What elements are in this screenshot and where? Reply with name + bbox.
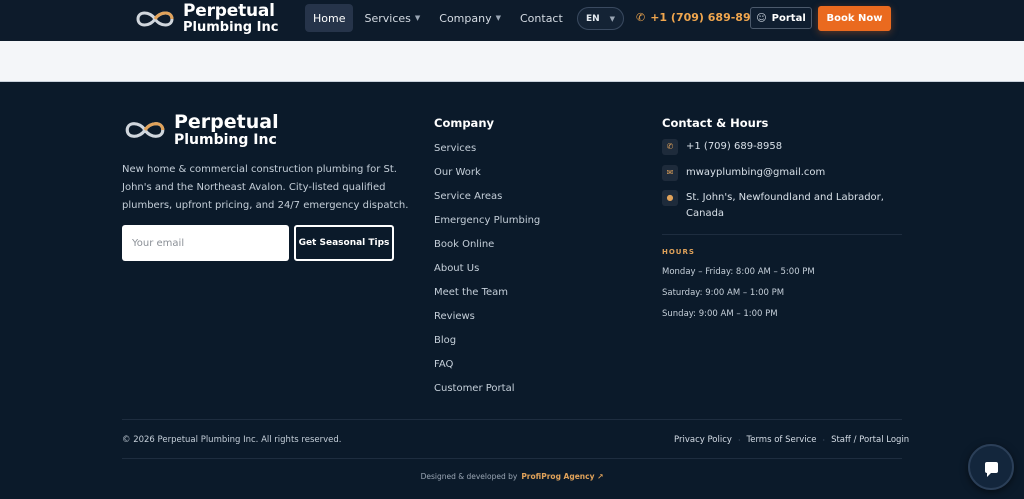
privacy-policy-link[interactable]: Privacy Policy bbox=[674, 435, 732, 445]
credit-text: Designed & developed by bbox=[420, 472, 518, 481]
site-footer: Perpetual Plumbing Inc New home & commer… bbox=[0, 82, 1024, 499]
legal-links: Privacy Policy · Terms of Service · Staf… bbox=[674, 435, 909, 445]
chevron-down-icon: ▼ bbox=[495, 14, 501, 22]
nav-home-label: Home bbox=[313, 11, 346, 25]
footer-logo-line1: Perpetual bbox=[174, 111, 279, 133]
hours-sunday: Sunday: 9:00 AM – 1:00 PM bbox=[662, 309, 778, 319]
newsletter-email-input[interactable] bbox=[122, 225, 289, 261]
contact-address: ● St. John's, Newfoundland and Labrador,… bbox=[662, 190, 884, 222]
contact-phone-text: +1 (709) 689-8958 bbox=[686, 141, 783, 152]
terms-of-service-link[interactable]: Terms of Service bbox=[746, 435, 816, 445]
footer-link-customer-portal[interactable]: Customer Portal bbox=[434, 382, 540, 406]
footer-link-reviews[interactable]: Reviews bbox=[434, 310, 540, 334]
portal-button[interactable]: ☺ Portal bbox=[750, 7, 812, 29]
contact-divider bbox=[662, 234, 902, 235]
nav-home[interactable]: Home bbox=[305, 4, 354, 32]
contact-email[interactable]: ✉ mwayplumbing@gmail.com bbox=[662, 165, 825, 181]
chat-icon bbox=[984, 461, 998, 477]
contact-email-text: mwayplumbing@gmail.com bbox=[686, 167, 826, 178]
footer-link-services[interactable]: Services bbox=[434, 142, 540, 166]
footer-link-blog[interactable]: Blog bbox=[434, 334, 540, 358]
book-now-button[interactable]: Book Now bbox=[818, 6, 891, 31]
seasonal-tips-label: Get Seasonal Tips bbox=[298, 238, 390, 248]
chevron-down-icon: ▼ bbox=[414, 14, 421, 22]
credit-line: Designed & developed by ProfiProg Agency … bbox=[0, 472, 1024, 481]
footer-link-emergency-plumbing[interactable]: Emergency Plumbing bbox=[434, 214, 540, 238]
language-value: EN bbox=[586, 13, 600, 24]
hours-heading: HOURS bbox=[662, 248, 695, 256]
site-header: Perpetual Plumbing Inc Home Services ▼ Co… bbox=[0, 0, 1024, 41]
footer-logo[interactable]: Perpetual Plumbing Inc bbox=[122, 113, 279, 147]
nav-services[interactable]: Services ▼ bbox=[356, 4, 428, 32]
chevron-down-icon: ▼ bbox=[609, 14, 615, 23]
nav-company[interactable]: Company ▼ bbox=[431, 4, 509, 32]
phone-icon: ✆ bbox=[662, 139, 678, 155]
separator-dot: · bbox=[822, 435, 826, 445]
footer-logo-line2: Plumbing Inc bbox=[174, 132, 277, 148]
footer-link-meet-the-team[interactable]: Meet the Team bbox=[434, 286, 540, 310]
logo-name-line2: Plumbing Inc bbox=[183, 20, 279, 35]
nav-contact-label: Contact bbox=[520, 11, 563, 25]
agency-link[interactable]: ProfiProg Agency ↗ bbox=[521, 472, 603, 481]
portal-label: Portal bbox=[771, 12, 806, 24]
nav-contact[interactable]: Contact bbox=[512, 4, 571, 32]
book-now-label: Book Now bbox=[826, 13, 883, 24]
nav-services-label: Services bbox=[364, 11, 411, 25]
separator-dot: · bbox=[737, 435, 741, 445]
main-nav: Home Services ▼ Company ▼ Contact bbox=[305, 4, 574, 32]
company-links: Services Our Work Service Areas Emergenc… bbox=[434, 142, 540, 406]
staff-portal-login-link[interactable]: Staff / Portal Login bbox=[831, 435, 909, 445]
credit-divider bbox=[122, 458, 902, 459]
footer-link-book-online[interactable]: Book Online bbox=[434, 238, 540, 262]
nav-company-label: Company bbox=[439, 11, 492, 25]
infinity-logo-icon bbox=[125, 122, 165, 138]
footer-link-service-areas[interactable]: Service Areas bbox=[434, 190, 540, 214]
contact-phone[interactable]: ✆ +1 (709) 689-8958 bbox=[662, 139, 782, 155]
language-selector[interactable]: EN ▼ bbox=[577, 7, 624, 30]
logo-name-line1: Perpetual bbox=[183, 1, 275, 21]
footer-divider bbox=[122, 419, 902, 420]
page-content-band bbox=[0, 41, 1024, 82]
hours-weekdays: Monday – Friday: 8:00 AM – 5:00 PM bbox=[662, 267, 815, 277]
company-heading: Company bbox=[434, 116, 494, 130]
footer-link-about-us[interactable]: About Us bbox=[434, 262, 540, 286]
email-icon: ✉ bbox=[662, 165, 678, 181]
footer-link-our-work[interactable]: Our Work bbox=[434, 166, 540, 190]
phone-icon: ✆ bbox=[636, 11, 646, 24]
company-description: New home & commercial construction plumb… bbox=[122, 164, 409, 211]
contact-address-line1: St. John's, Newfoundland and Labrador, bbox=[686, 192, 884, 203]
header-phone-number: +1 (709) 689-8958 bbox=[650, 11, 766, 24]
user-icon: ☺ bbox=[756, 12, 767, 24]
footer-link-faq[interactable]: FAQ bbox=[434, 358, 540, 382]
contact-heading: Contact & Hours bbox=[662, 116, 769, 130]
infinity-logo-icon bbox=[136, 11, 174, 26]
chat-widget-button[interactable] bbox=[968, 444, 1014, 490]
copyright: © 2026 Perpetual Plumbing Inc. All right… bbox=[122, 435, 342, 445]
location-icon: ● bbox=[662, 190, 678, 206]
contact-address-line2: Canada bbox=[686, 208, 725, 219]
header-logo[interactable]: Perpetual Plumbing Inc bbox=[133, 3, 278, 34]
header-phone-link[interactable]: ✆ +1 (709) 689-8958 bbox=[636, 11, 766, 24]
hours-saturday: Saturday: 9:00 AM – 1:00 PM bbox=[662, 288, 785, 298]
seasonal-tips-button[interactable]: Get Seasonal Tips bbox=[294, 225, 394, 261]
